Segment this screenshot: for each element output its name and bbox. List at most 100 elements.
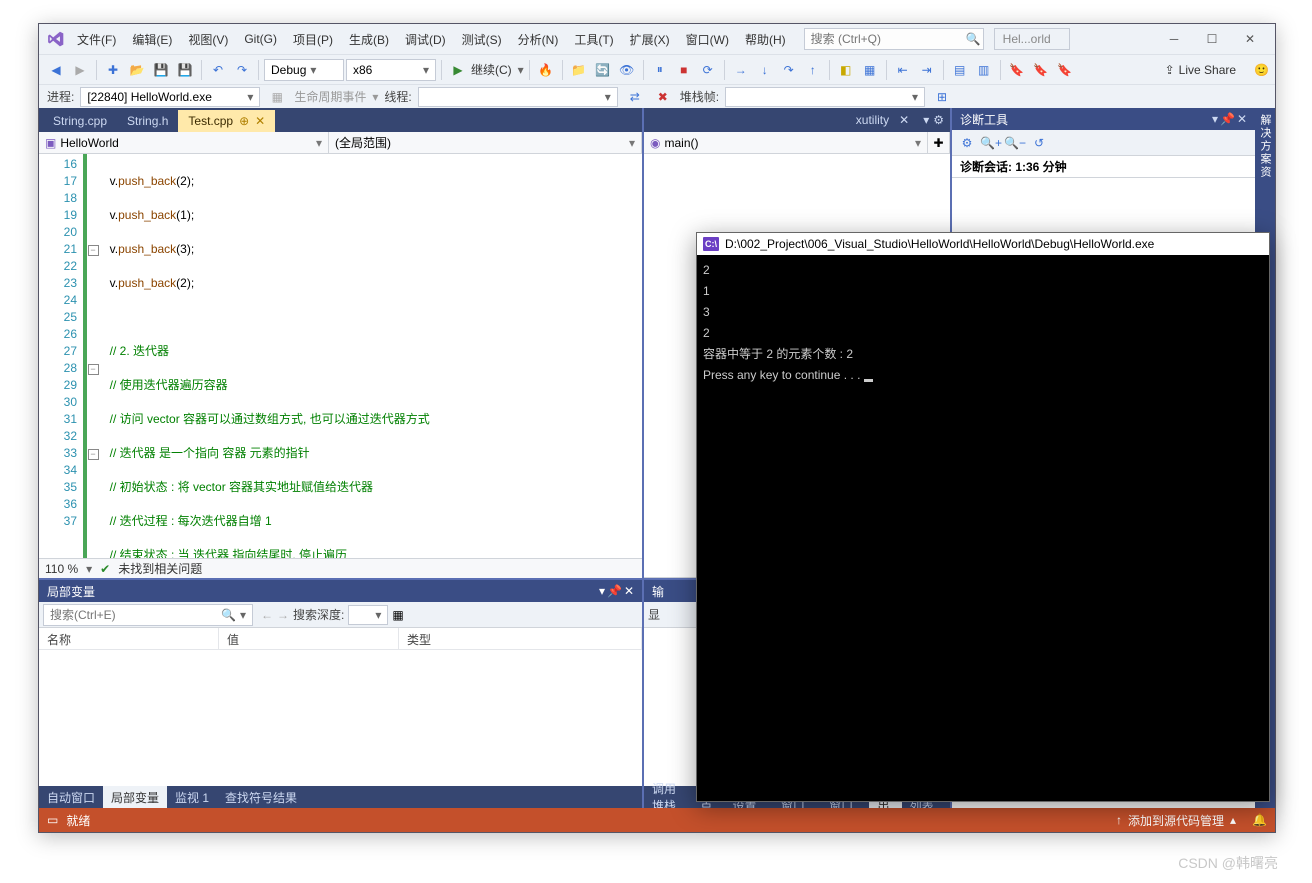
config-combo[interactable]: Debug▾ (264, 59, 344, 81)
show-icon[interactable]: 👁 (616, 59, 638, 81)
window-icon[interactable]: ▭ (47, 813, 58, 827)
title-search-input[interactable] (811, 32, 966, 46)
feedback-icon[interactable]: 🙂 (1254, 63, 1269, 77)
nav-back-icon[interactable]: ◀ (45, 59, 67, 81)
fold-icon[interactable]: − (88, 245, 99, 256)
process-combo[interactable]: [22840] HelloWorld.exe▾ (80, 87, 260, 107)
indent-right-icon[interactable]: ⇥ (916, 59, 938, 81)
title-search[interactable]: 🔍 (804, 28, 984, 50)
step-over-icon[interactable]: ↷ (778, 59, 800, 81)
tab-options-icon[interactable]: ▾ (923, 113, 929, 127)
nav-forward-icon[interactable]: ▶ (69, 59, 91, 81)
pin-icon[interactable]: 📌 (1220, 112, 1235, 126)
menu-file[interactable]: 文件(F) (71, 27, 122, 52)
step-into-icon[interactable]: ↓ (754, 59, 776, 81)
tab-find-symbol[interactable]: 查找符号结果 (217, 786, 305, 808)
fold-icon[interactable]: − (88, 449, 99, 460)
locals-search[interactable]: 🔍▾ (43, 604, 253, 626)
fold-icon[interactable]: − (88, 364, 99, 375)
close-tab-icon[interactable]: ✕ (255, 114, 265, 128)
code-editor[interactable]: 1617181920212223242526272829303132333435… (39, 154, 642, 558)
locals-search-input[interactable] (50, 608, 221, 622)
zoom-level[interactable]: 110 % (45, 562, 78, 576)
diag-gear-icon[interactable]: ⚙ (956, 132, 978, 154)
thread-tool2-icon[interactable]: ✖ (652, 86, 674, 108)
undo-icon[interactable]: ↶ (207, 59, 229, 81)
pause-icon[interactable]: ⏸ (649, 59, 671, 81)
diag-reset-icon[interactable]: ↺ (1028, 132, 1050, 154)
menu-edit[interactable]: 编辑(E) (126, 27, 178, 52)
new-item-icon[interactable]: ✚ (102, 59, 124, 81)
tab-string-h[interactable]: String.h (117, 110, 178, 132)
code-body[interactable]: v.push_back(2); v.push_back(1); v.push_b… (99, 154, 642, 558)
dropdown-icon[interactable]: ▾ (1212, 112, 1218, 126)
tab-callstack[interactable]: 调用堆栈 (644, 786, 692, 808)
col-name[interactable]: 名称 (39, 628, 219, 649)
step-out-icon[interactable]: ↑ (802, 59, 824, 81)
scm-label[interactable]: 添加到源代码管理 (1128, 812, 1224, 829)
tool-a-icon[interactable]: ◧ (835, 59, 857, 81)
menu-extensions[interactable]: 扩展(X) (624, 27, 676, 52)
restart-icon[interactable]: ⟳ (697, 59, 719, 81)
menu-debug[interactable]: 调试(D) (399, 27, 452, 52)
menu-analyze[interactable]: 分析(N) (512, 27, 565, 52)
tab-autos[interactable]: 自动窗口 (39, 786, 103, 808)
menu-window[interactable]: 窗口(W) (680, 27, 735, 52)
scope-combo[interactable]: ▣HelloWorld▾ (39, 132, 329, 153)
close-pane-icon[interactable]: ✕ (1237, 112, 1247, 126)
tab-string-cpp[interactable]: String.cpp (43, 110, 117, 132)
tab-locals[interactable]: 局部变量 (103, 786, 167, 808)
diag-zoomin-icon[interactable]: 🔍+ (980, 132, 1002, 154)
dropdown-icon[interactable]: ▾ (599, 584, 605, 598)
minimize-button[interactable]: ─ (1155, 25, 1193, 53)
continue-label[interactable]: 继续(C) (471, 61, 512, 78)
menu-view[interactable]: 视图(V) (182, 27, 234, 52)
pin-icon[interactable]: 📌 (607, 584, 622, 598)
open-icon[interactable]: 📂 (126, 59, 148, 81)
comment-icon[interactable]: ▤ (949, 59, 971, 81)
menu-tools[interactable]: 工具(T) (568, 27, 619, 52)
console-titlebar[interactable]: C:\ D:\002_Project\006_Visual_Studio\Hel… (697, 233, 1269, 255)
save-icon[interactable]: 💾 (150, 59, 172, 81)
close-tab-icon[interactable]: ✕ (899, 113, 909, 127)
depth-combo[interactable]: ▾ (348, 605, 388, 625)
step-next-icon[interactable]: → (730, 59, 752, 81)
close-button[interactable]: ✕ (1231, 25, 1269, 53)
lifecycle-icon[interactable]: ▦ (266, 86, 288, 108)
nav-back-icon[interactable]: ← (261, 608, 273, 622)
continue-button[interactable]: ▶ (447, 59, 469, 81)
tab-test-cpp[interactable]: Test.cpp⊕✕ (178, 110, 275, 132)
indent-left-icon[interactable]: ⇤ (892, 59, 914, 81)
thread-combo[interactable]: ▾ (418, 87, 618, 107)
stackframe-combo[interactable]: ▾ (725, 87, 925, 107)
maximize-button[interactable]: ☐ (1193, 25, 1231, 53)
gear-icon[interactable]: ⚙ (933, 113, 944, 127)
stackframe-tool-icon[interactable]: ⊞ (931, 86, 953, 108)
split-icon[interactable]: ✚ (928, 132, 950, 153)
locals-body[interactable] (39, 650, 642, 786)
col-type[interactable]: 类型 (399, 628, 642, 649)
console-window[interactable]: C:\ D:\002_Project\006_Visual_Studio\Hel… (696, 232, 1270, 802)
redo-icon[interactable]: ↷ (231, 59, 253, 81)
bookmark2-icon[interactable]: 🔖 (1030, 59, 1052, 81)
menu-build[interactable]: 生成(B) (343, 27, 395, 52)
uncomment-icon[interactable]: ▥ (973, 59, 995, 81)
liveshare-icon[interactable]: ⇪ (1165, 63, 1175, 77)
thread-tool-icon[interactable]: ⇄ (624, 86, 646, 108)
tool-b-icon[interactable]: ▦ (859, 59, 881, 81)
save-all-icon[interactable]: 💾 (174, 59, 196, 81)
menu-project[interactable]: 项目(P) (287, 27, 339, 52)
liveshare-label[interactable]: Live Share (1179, 63, 1236, 77)
folder-icon[interactable]: 📁 (568, 59, 590, 81)
tool-icon[interactable]: ▦ (392, 608, 403, 622)
hot-reload-icon[interactable]: 🔥 (535, 59, 557, 81)
pin-icon[interactable]: ⊕ (239, 114, 249, 128)
func-combo[interactable]: ◉main()▾ (644, 132, 928, 153)
col-value[interactable]: 值 (219, 628, 399, 649)
refresh-icon[interactable]: 🔄 (592, 59, 614, 81)
menu-test[interactable]: 测试(S) (456, 27, 508, 52)
tab-xutility[interactable]: xutility (856, 113, 889, 127)
menu-help[interactable]: 帮助(H) (739, 27, 792, 52)
scm-up-icon[interactable]: ↑ (1116, 813, 1122, 827)
diag-zoomout-icon[interactable]: 🔍− (1004, 132, 1026, 154)
